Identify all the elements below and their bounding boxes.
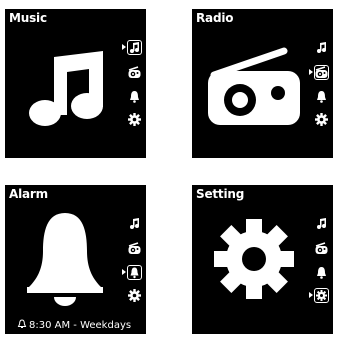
selection-frame [127,40,142,55]
menu-item-alarm[interactable] [127,89,142,104]
menu-item-setting[interactable] [127,112,142,127]
selection-frame [127,265,142,280]
screen-title: Music [9,11,47,25]
alarm-status: 8:30 AM - Weekdays [17,319,131,331]
bell-outline-icon [17,319,27,328]
radio-screen: Radio [192,9,333,158]
screen-title: Setting [196,187,245,201]
music-note-icon [317,218,326,229]
menu-item-setting[interactable] [314,288,329,303]
menu-item-music[interactable] [314,40,329,55]
menu-item-alarm[interactable] [127,265,142,280]
radio-icon [128,66,141,78]
screen-title: Radio [196,11,234,25]
alarm-time-label: 8:30 AM - Weekdays [29,320,132,331]
menu-item-music[interactable] [127,40,142,55]
menu-item-radio[interactable] [127,65,142,80]
menu-item-radio[interactable] [314,65,329,80]
gear-icon [214,219,294,299]
menu-item-radio[interactable] [314,241,329,256]
menu-item-setting[interactable] [314,112,329,127]
music-note-icon [29,51,103,126]
selection-pointer-icon [309,292,313,298]
menu-item-alarm[interactable] [314,265,329,280]
gear-icon [128,289,141,302]
music-screen: Music [5,9,146,158]
selection-pointer-icon [309,69,313,75]
menu-item-alarm[interactable] [314,89,329,104]
menu-item-music[interactable] [127,216,142,231]
alarm-screen: Alarm 8:30 AM - Weekdays [5,185,146,334]
bell-icon [317,91,326,103]
menu-item-music[interactable] [314,216,329,231]
selection-pointer-icon [122,44,126,50]
setting-screen: Setting [192,185,333,334]
selection-frame [314,288,329,303]
radio-icon [208,47,300,125]
gear-icon [128,113,141,126]
menu-item-setting[interactable] [127,288,142,303]
screen-title: Alarm [9,187,48,201]
radio-icon [315,242,328,254]
bell-icon [130,91,139,103]
selection-frame [314,65,329,80]
gear-icon [315,113,328,126]
bell-icon [317,267,326,279]
menu-item-radio[interactable] [127,241,142,256]
selection-pointer-icon [122,269,126,275]
radio-icon [128,242,141,254]
bell-icon [27,213,103,306]
music-note-icon [317,42,326,53]
music-note-icon [130,218,139,229]
